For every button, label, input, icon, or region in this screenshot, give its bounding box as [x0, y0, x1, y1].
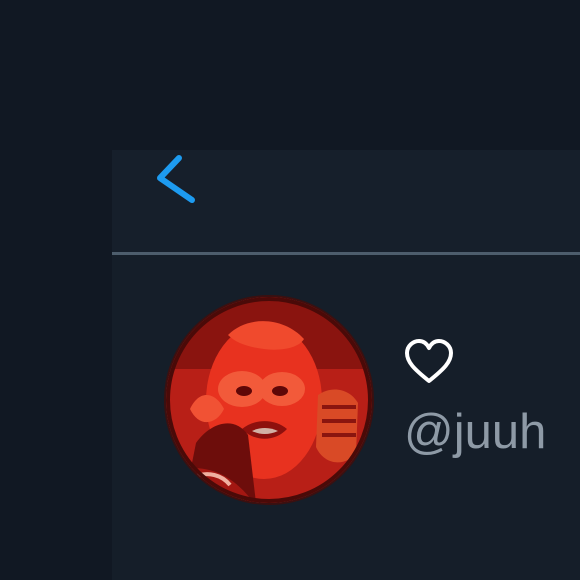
heart-outline-icon: [405, 339, 453, 383]
profile-screen: @juuh: [0, 0, 580, 580]
avatar[interactable]: [166, 297, 372, 503]
avatar-image: [166, 297, 372, 503]
back-button[interactable]: [148, 150, 208, 208]
chevron-left-icon: [157, 155, 195, 203]
profile-handle[interactable]: @juuh: [404, 402, 546, 462]
left-dark-margin: [0, 0, 112, 580]
